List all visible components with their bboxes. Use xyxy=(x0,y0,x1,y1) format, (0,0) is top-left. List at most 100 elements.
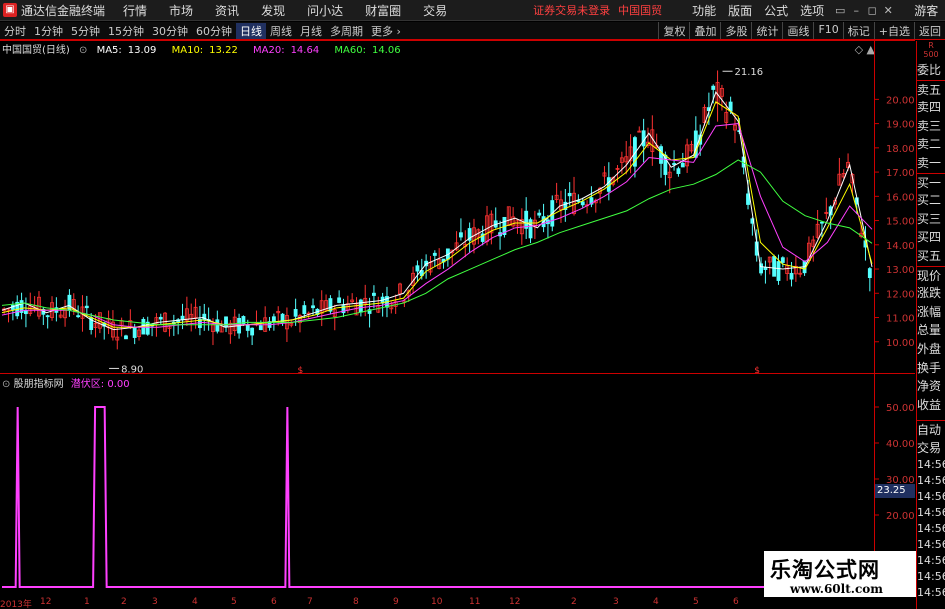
back-button[interactable]: 返回 xyxy=(914,22,945,39)
menu-news[interactable]: 资讯 xyxy=(215,2,239,19)
quote-label: 买三 xyxy=(917,211,942,226)
candle-body xyxy=(415,265,420,272)
f10-button[interactable]: F10 xyxy=(813,22,842,39)
stats-button[interactable]: 统计 xyxy=(751,22,782,39)
date-axis: 2013年 12 1 2 3 4 5 6 7 8 9 10 11 12 2 3 4 5 6 xyxy=(0,597,915,609)
maximize-icon[interactable]: ◻ xyxy=(864,4,880,17)
candle-body xyxy=(293,309,298,317)
current-price-box: 23.25 xyxy=(875,484,915,498)
date-label: 9 xyxy=(393,597,399,607)
period-daily[interactable]: 日线 xyxy=(236,22,266,39)
toolbar-divider xyxy=(0,40,915,41)
quote-label: 买一 xyxy=(917,172,945,192)
menu-layout[interactable]: 版面 xyxy=(728,2,752,19)
menu-quotes[interactable]: 行情 xyxy=(123,2,147,19)
collapse-icon[interactable]: ⊙ xyxy=(79,45,87,56)
period-30min[interactable]: 30分钟 xyxy=(148,23,192,39)
draw-line-button[interactable]: 画线 xyxy=(782,22,813,39)
chart-controls[interactable]: ◇ ▲ xyxy=(855,43,875,56)
ma-info-line: 中国国贸(日线) ⊙ MA5: 13.09 MA10: 13.22 MA20: 14.… xyxy=(2,41,413,56)
tick-time: 14:56 xyxy=(917,570,945,584)
date-label: 7 xyxy=(307,597,313,607)
quote-label: 外盘 xyxy=(917,341,942,356)
candle-body xyxy=(789,272,794,280)
candle-body xyxy=(358,299,363,313)
y-tick-label: 12.00 xyxy=(886,289,915,300)
candle-body xyxy=(258,325,263,331)
candle-body xyxy=(524,210,529,229)
date-label: 5 xyxy=(693,597,699,607)
close-icon[interactable]: ✕ xyxy=(880,4,896,17)
period-15min[interactable]: 15分钟 xyxy=(104,23,148,39)
menu-formula[interactable]: 公式 xyxy=(764,2,788,19)
period-1min[interactable]: 1分钟 xyxy=(30,23,67,39)
indicator-series-value: 0.00 xyxy=(107,379,130,390)
guest-user[interactable]: 游客 xyxy=(914,2,938,19)
overlay-button[interactable]: 叠加 xyxy=(689,22,720,39)
tick-time: 14:56 xyxy=(917,538,945,552)
candle-body xyxy=(580,201,585,206)
auto-trade-label[interactable]: 自动 xyxy=(917,420,945,439)
minimize-icon[interactable]: – xyxy=(848,4,864,17)
ma10-value: 13.22 xyxy=(209,45,238,56)
indicator-name: 股朋指标网 xyxy=(13,379,64,390)
candle-body xyxy=(776,261,781,281)
side-num: 500 xyxy=(923,50,939,59)
indicator-y-tick-label: 40.00 xyxy=(886,439,915,450)
period-60min[interactable]: 60分钟 xyxy=(192,23,236,39)
mark-button[interactable]: 标记 xyxy=(842,22,874,39)
candle-body xyxy=(280,313,285,324)
candle-body xyxy=(158,316,163,320)
date-label: 2 xyxy=(571,597,577,607)
menu-ask[interactable]: 问小达 xyxy=(307,2,343,19)
candle-body xyxy=(311,305,315,309)
tick-time: 14:56 xyxy=(917,554,945,568)
multi-stock-button[interactable]: 多股 xyxy=(720,22,751,39)
date-label: 12 xyxy=(40,597,52,607)
add-watchlist-button[interactable]: +自选 xyxy=(873,22,914,39)
date-label: 5 xyxy=(231,597,237,607)
menu-trade[interactable]: 交易 xyxy=(423,2,447,19)
tick-time: 14:56 xyxy=(917,522,945,536)
date-label: 10 xyxy=(431,597,443,607)
quote-labels: 委比 卖五 卖四 卖三 卖二 卖一 买一 买二 买三 买四 买五 现价 涨跌 涨幅 总量 外盘 换手 净资 收益 xyxy=(917,61,945,414)
period-5min[interactable]: 5分钟 xyxy=(67,23,104,39)
date-label: 2 xyxy=(121,597,127,607)
auto-trade-label[interactable]: 交易 xyxy=(917,439,945,458)
indicator-info: ⊙ 股朋指标网 潜伏区: 0.00 xyxy=(2,375,130,390)
indicator-line-latent xyxy=(2,406,872,588)
adjust-button[interactable]: 复权 xyxy=(658,22,689,39)
candle-body xyxy=(76,315,81,318)
tick-time: 14:56 xyxy=(917,506,945,520)
period-weekly[interactable]: 周线 xyxy=(266,23,296,39)
ma60-label: MA60: 14.06 xyxy=(334,45,406,56)
side-r: R xyxy=(928,41,934,50)
period-more[interactable]: 更多 › xyxy=(367,23,405,39)
menu-discover[interactable]: 发现 xyxy=(261,2,285,19)
period-multi[interactable]: 多周期 xyxy=(326,23,367,39)
menu-options[interactable]: 选项 xyxy=(800,2,824,19)
candle-body xyxy=(867,268,872,278)
menu-wealth[interactable]: 财富圈 xyxy=(365,2,401,19)
candle-body xyxy=(215,319,220,332)
ma-line-ma5 xyxy=(1,91,873,331)
menu-market[interactable]: 市场 xyxy=(169,2,193,19)
candle-body xyxy=(45,315,50,318)
menu-functions[interactable]: 功能 xyxy=(692,2,716,19)
date-label: 6 xyxy=(733,597,739,607)
period-monthly[interactable]: 月线 xyxy=(296,23,326,39)
y-tick-label: 13.00 xyxy=(886,265,915,276)
quote-label: 卖四 xyxy=(917,100,942,115)
kline-chart[interactable]: 20.00 19.00 18.00 17.00 16.00 15.00 14.00 13.00… xyxy=(0,41,915,376)
y-tick-label: 18.00 xyxy=(886,144,915,155)
candle-body xyxy=(763,267,768,270)
auto-trade-labels[interactable]: 自动 交易 xyxy=(917,420,945,457)
candle-body xyxy=(820,221,824,224)
restore-icon[interactable]: ▭ xyxy=(832,4,848,17)
candle-body xyxy=(680,162,685,168)
candle-body xyxy=(711,85,716,90)
period-intraday[interactable]: 分时 xyxy=(0,23,30,39)
tick-time: 14:56 xyxy=(917,586,945,600)
candle-body xyxy=(337,297,342,303)
indicator-collapse-icon[interactable]: ⊙ xyxy=(2,379,10,390)
